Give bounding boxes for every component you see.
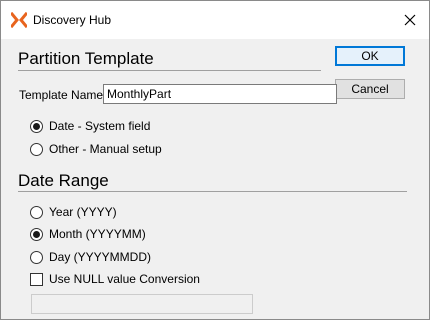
radio-label: Year (YYYY) [49, 205, 117, 219]
radio-label: Day (YYYYMMDD) [49, 250, 152, 264]
null-conversion-option[interactable]: Use NULL value Conversion [30, 271, 200, 287]
close-icon[interactable] [397, 7, 423, 33]
cancel-button[interactable]: Cancel [335, 79, 405, 99]
date-range-divider [18, 191, 407, 192]
radio-label: Other - Manual setup [49, 142, 162, 156]
radio-month[interactable]: Month (YYYYMM) [30, 226, 146, 242]
radio-button[interactable] [30, 227, 43, 241]
ok-button[interactable]: OK [335, 46, 405, 66]
dialog-window: Discovery Hub OK Cancel Partition Templa… [0, 0, 430, 320]
radio-other-manual-setup[interactable]: Other - Manual setup [30, 141, 162, 157]
null-value-input [31, 294, 253, 314]
partition-divider [18, 70, 321, 71]
radio-button[interactable] [30, 119, 43, 133]
null-conversion-checkbox[interactable] [30, 272, 43, 286]
radio-button[interactable] [30, 250, 43, 264]
template-name-input[interactable]: MonthlyPart [103, 84, 337, 104]
radio-button[interactable] [30, 142, 43, 156]
radio-button[interactable] [30, 205, 43, 219]
radio-label: Month (YYYYMM) [49, 227, 146, 241]
template-name-label: Template Name [19, 88, 104, 102]
radio-day[interactable]: Day (YYYYMMDD) [30, 249, 151, 265]
radio-label: Date - System field [49, 119, 151, 133]
partition-template-heading: Partition Template [18, 49, 154, 68]
date-range-heading: Date Range [18, 171, 109, 190]
discovery-hub-logo-icon [9, 11, 29, 29]
radio-date-system-field[interactable]: Date - System field [30, 118, 150, 134]
checkbox-label: Use NULL value Conversion [49, 272, 200, 286]
title-bar: Discovery Hub [1, 1, 429, 39]
radio-year[interactable]: Year (YYYY) [30, 204, 117, 220]
window-title: Discovery Hub [33, 13, 112, 27]
